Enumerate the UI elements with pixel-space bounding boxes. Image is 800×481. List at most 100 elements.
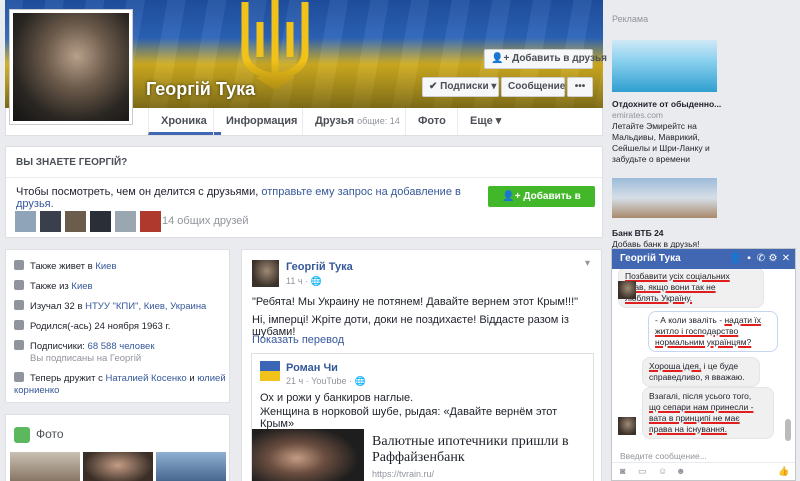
tab-photos[interactable]: Фото [405, 108, 455, 135]
friends-icon [14, 372, 24, 382]
photo-icon [14, 427, 30, 443]
chat-header[interactable]: Георгій Тука 👤 ▪ ✆ ⚙ ✕ [612, 249, 795, 269]
ad-title[interactable]: Отдохните от обыденно... [612, 99, 721, 109]
photo-thumbnail[interactable] [156, 452, 226, 481]
shared-timestamp[interactable]: 21 ч · YouTube · 🌐 [286, 376, 366, 387]
post-timestamp[interactable]: 11 ч · 🌐 [286, 276, 322, 287]
ad-image[interactable] [612, 40, 717, 92]
chat-message-line: що сепари нам принесли - [649, 402, 754, 412]
chat-input[interactable]: Введите сообщение... [620, 451, 707, 461]
ad-title[interactable]: Банк ВТБ 24 [612, 228, 664, 238]
chat-message-line: нормальним українцям? [655, 337, 752, 347]
chat-message-line: вата в принципі не має [649, 413, 740, 423]
message-button[interactable]: Сообщение [501, 77, 565, 97]
video-call-icon[interactable]: ▪ [743, 253, 755, 264]
chat-message-line: Позбавити усіх соціальних [625, 271, 730, 281]
graduation-cap-icon [14, 300, 24, 310]
intro-birthday-text: Родился(-ась) 24 ноября 1963 г. [30, 321, 171, 332]
intro-education-label: Изучал 32 в [30, 301, 83, 312]
intro-lives-city[interactable]: Киев [95, 261, 116, 272]
post-author-name[interactable]: Георгій Тука [286, 261, 353, 273]
add-friend-icon: 👤+ [491, 53, 513, 64]
camera-icon[interactable]: ◙ [620, 466, 630, 476]
intro-new-friends: Теперь дружит с Наталией Косенко и юлией… [14, 372, 226, 397]
friend-thumbnail[interactable] [65, 211, 86, 232]
ad-domain[interactable]: emirates.com [612, 110, 663, 120]
shared-author-name[interactable]: Роман Чи [286, 362, 338, 374]
chat-message-line: житло і господарство [655, 326, 739, 336]
ad-image[interactable] [612, 178, 717, 218]
add-friend-green-label: Добавить в друзья [523, 191, 581, 221]
show-translation-link[interactable]: Показать перевод [252, 334, 344, 346]
tab-more[interactable]: Еще ▾ [457, 108, 522, 135]
intro-followers-label: Подписчики: [30, 341, 85, 352]
calendar-icon [14, 320, 24, 330]
friend-thumbnail[interactable] [15, 211, 36, 232]
tab-friends-count: общие: 14 [357, 116, 400, 126]
chat-message-line: прав, якщо вони так не [625, 282, 716, 292]
tab-info[interactable]: Информация [213, 108, 301, 135]
friend-thumbnail[interactable] [90, 211, 111, 232]
location-icon [14, 280, 24, 290]
intro-education-school[interactable]: НТУУ "КПИ", Киев, Украина [85, 301, 206, 312]
more-options-button[interactable]: ••• [567, 77, 593, 97]
intro-followers-sub: Вы подписаны на Георгій [30, 353, 142, 364]
chat-messages[interactable]: Позбавити усіх соціальних прав, якщо вон… [612, 269, 795, 459]
photos-card: Фото [5, 414, 230, 481]
phone-icon[interactable]: ✆ [755, 253, 767, 264]
close-icon[interactable]: ✕ [780, 253, 792, 264]
chat-message-line: Взагалі, після усього того, [649, 391, 752, 401]
post-text-line: "Ребята! Мы Украину не потянем! Давайте … [252, 296, 579, 308]
intro-followers-count[interactable]: 68 588 человек [88, 341, 155, 352]
link-preview-title[interactable]: Валютные ипотечники пришли в Раффайзенба… [372, 434, 588, 466]
intro-birthday: Родился(-ась) 24 ноября 1963 г. [14, 320, 226, 333]
sticker-icon[interactable]: ☺ [658, 466, 668, 476]
add-friend-icon: 👤+ [502, 191, 524, 202]
link-preview-image[interactable] [252, 429, 364, 481]
file-icon[interactable]: ▭ [638, 466, 648, 476]
intro-education: Изучал 32 в НТУУ "КПИ", Киев, Украина [14, 300, 226, 313]
photo-thumbnail[interactable] [83, 452, 153, 481]
chat-title[interactable]: Георгій Тука [620, 253, 681, 264]
subscriptions-button[interactable]: ✔ Подписки ▾ [422, 77, 499, 97]
intro-lives-label: Также живет в [30, 261, 93, 272]
chat-message-line: надати їх [724, 315, 761, 325]
chat-message: - А коли зваліть - надати їх житло і гос… [648, 311, 778, 352]
friend-thumbnail[interactable] [140, 211, 161, 232]
gear-icon[interactable]: ⚙ [767, 253, 779, 264]
ads-title: Реклама [612, 14, 649, 24]
intro-from: Также из Киев [14, 280, 226, 293]
tab-friends[interactable]: Друзья общие: 14 [302, 108, 400, 135]
rss-icon [14, 340, 24, 350]
shared-post: Роман Чи 21 ч · YouTube · 🌐 Ох и рожи у … [251, 353, 594, 481]
photo-thumbnail[interactable] [10, 452, 80, 481]
chat-avatar [618, 281, 636, 299]
subscriptions-label: Подписки [440, 81, 489, 92]
profile-picture[interactable] [9, 9, 133, 125]
friend-thumbnail[interactable] [115, 211, 136, 232]
emoji-icon[interactable]: ☻ [676, 466, 686, 476]
add-friend-button[interactable]: 👤+ Добавить в друзья [484, 49, 607, 69]
chevron-down-icon[interactable]: ▾ [585, 258, 590, 269]
chat-message: Позбавити усіх соціальних прав, якщо вон… [618, 269, 764, 308]
chat-message: Хороша ідея, і це буде справедливо, я вв… [642, 357, 760, 387]
do-you-know-card: ВЫ ЗНАЕТЕ ГЕОРГІЙ? Чтобы посмотреть, чем… [5, 146, 603, 238]
do-you-know-text: Чтобы посмотреть, чем он делится с друзь… [16, 186, 476, 210]
photos-title[interactable]: Фото [36, 427, 64, 441]
link-preview-domain: https://tvrain.ru/ [372, 469, 435, 479]
add-people-icon[interactable]: 👤 [729, 253, 741, 264]
tab-timeline[interactable]: Хроника [148, 108, 221, 135]
intro-new-friend-1[interactable]: Наталией Косенко [105, 373, 186, 384]
chat-message-line: - А коли зваліть - [655, 315, 723, 325]
profile-name[interactable]: Георгій Тука [146, 79, 255, 100]
add-friend-green-button[interactable]: 👤+ Добавить в друзья [488, 186, 595, 221]
like-icon[interactable]: 👍 [778, 466, 789, 476]
friend-thumbnail[interactable] [40, 211, 61, 232]
shared-author-avatar[interactable] [260, 361, 280, 381]
check-icon: ✔ [429, 81, 441, 92]
post-author-avatar[interactable] [252, 260, 279, 287]
divider [6, 177, 602, 178]
common-friends-count[interactable]: 14 общих друзей [162, 215, 249, 227]
chat-scrollbar[interactable] [785, 419, 791, 441]
intro-from-city[interactable]: Киев [71, 281, 92, 292]
